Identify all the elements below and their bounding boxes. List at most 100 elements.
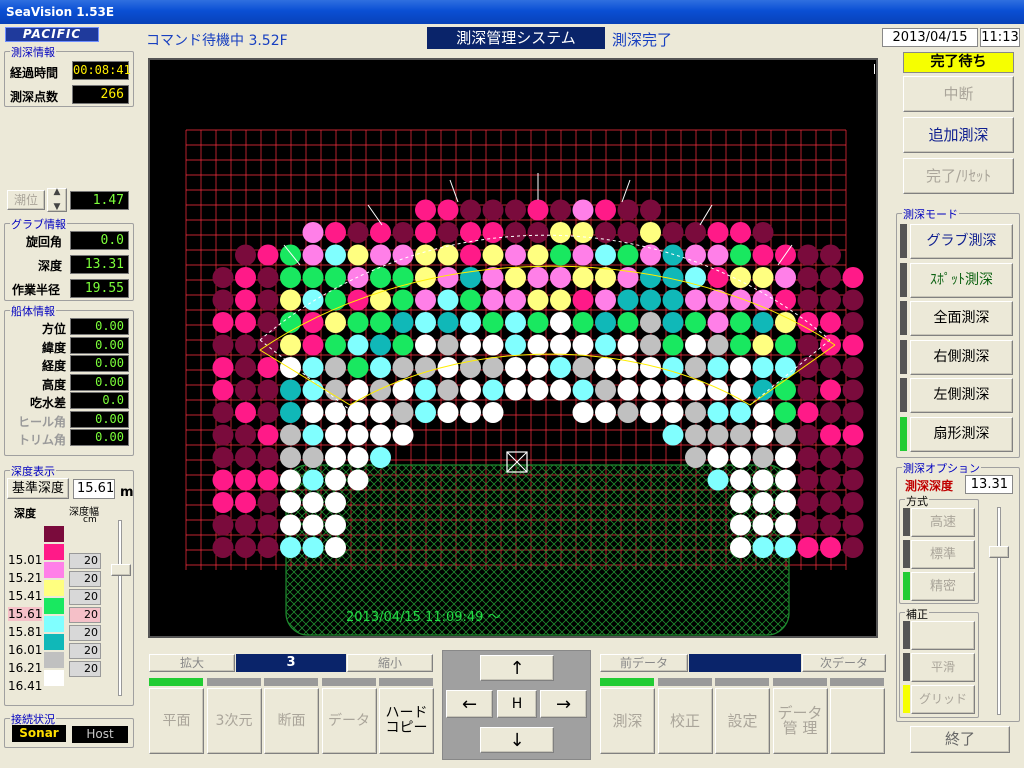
sounding-point [235, 514, 256, 536]
sounding-point [257, 402, 279, 423]
sounding-point [302, 469, 324, 491]
pan-right-button[interactable]: → [540, 690, 587, 718]
sounding-point [752, 312, 774, 333]
view-button[interactable]: 平面 [149, 688, 204, 754]
depth-width-value[interactable]: 20 [69, 643, 101, 659]
survey-mode-button[interactable]: 左側測深 [910, 378, 1013, 413]
depth-legend-value: 15.41 [8, 589, 43, 603]
correction-button[interactable]: 平滑 [911, 653, 975, 682]
sounding-point [280, 447, 301, 468]
function-button[interactable]: 測深 [600, 688, 655, 754]
sounding-point [550, 289, 571, 311]
depth-width-value[interactable]: 20 [69, 553, 101, 569]
sounding-point [347, 244, 369, 266]
sounding-point [820, 447, 841, 468]
exit-button[interactable]: 終了 [910, 726, 1010, 753]
sounding-point [302, 402, 324, 423]
method-button[interactable]: 精密 [911, 572, 975, 601]
function-button[interactable] [830, 688, 885, 754]
sounding-point [325, 379, 346, 401]
add-survey-button[interactable]: 追加測深 [903, 117, 1014, 153]
sounding-point [640, 289, 661, 311]
sounding-point [415, 267, 436, 288]
sounding-point [257, 514, 279, 536]
view-button[interactable]: ハード コピー [379, 688, 434, 754]
zoom-in-button[interactable]: 拡大 [149, 654, 235, 672]
sounding-point [595, 267, 616, 288]
sounding-point [685, 289, 706, 311]
pan-up-button[interactable]: ↑ [480, 655, 554, 681]
depth-width-value[interactable]: 20 [69, 571, 101, 587]
sounding-point [617, 402, 639, 423]
base-depth-button[interactable]: 基準深度 [7, 478, 69, 499]
sounding-point [257, 537, 279, 558]
sounding-point [842, 492, 864, 513]
zoom-out-button[interactable]: 縮小 [347, 654, 433, 672]
sounding-point [707, 357, 729, 378]
prev-data-button[interactable]: 前データ [600, 654, 688, 672]
depth-width-value[interactable]: 20 [69, 607, 101, 623]
function-button[interactable]: データ 管 理 [772, 688, 828, 754]
home-button[interactable]: H [497, 690, 537, 718]
sounding-point [212, 312, 234, 333]
base-depth-input[interactable]: 15.61 [73, 479, 115, 499]
pause-button[interactable]: 中断 [903, 76, 1014, 112]
view-button[interactable]: 3次元 [206, 688, 262, 754]
next-data-button[interactable]: 次データ [802, 654, 886, 672]
function-button[interactable]: 校正 [657, 688, 713, 754]
sounding-point [212, 469, 234, 491]
survey-mode-button[interactable]: 扇形測深 [910, 416, 1013, 452]
sounding-point [212, 334, 234, 356]
sounding-point [212, 357, 234, 378]
sounding-point [437, 267, 459, 288]
survey-plot[interactable]: 2013/04/15 11:09:49 ～ [148, 58, 878, 638]
sounding-point [797, 289, 819, 311]
pan-left-button[interactable]: ← [446, 690, 493, 718]
sounding-point [842, 379, 864, 401]
sounding-point [257, 244, 279, 266]
sounding-point [752, 402, 774, 423]
function-indicator [600, 678, 654, 686]
sounding-point [775, 447, 796, 468]
command-status: コマンド待機中 3.52F [146, 33, 288, 49]
sounding-point [550, 312, 571, 333]
pan-down-button[interactable]: ↓ [480, 727, 554, 753]
tide-button[interactable]: 潮位 [7, 190, 45, 210]
sounding-point [797, 357, 819, 378]
home-icon: H [511, 695, 523, 712]
sounding-point [302, 424, 324, 446]
complete-reset-button[interactable]: 完了/ﾘｾｯﾄ [903, 158, 1014, 194]
survey-mode-button[interactable]: 右側測深 [910, 339, 1013, 375]
depth-slider-thumb[interactable] [111, 564, 131, 576]
sounding-point [415, 289, 436, 311]
method-button[interactable]: 標準 [911, 540, 975, 569]
sounding-point [797, 379, 819, 401]
ship-info-label: 方位 [41, 322, 66, 336]
view-button[interactable]: データ [321, 688, 377, 754]
correction-button[interactable]: グリッド [911, 685, 975, 714]
sounding-point [730, 289, 751, 311]
sounding-point [460, 199, 481, 221]
sounding-point [257, 312, 279, 333]
sounding-point [505, 379, 526, 401]
depth-width-value[interactable]: 20 [69, 589, 101, 605]
window-title: SeaVision 1.53E [6, 5, 115, 19]
sounding-point [370, 402, 391, 423]
depth-width-value[interactable]: 20 [69, 625, 101, 641]
method-button[interactable]: 高速 [911, 508, 975, 537]
zoom-out-label: 縮小 [377, 655, 402, 670]
correction-button[interactable] [911, 621, 975, 650]
survey-mode-button[interactable]: グラブ測深 [910, 224, 1013, 259]
sonar-status: Sonar [12, 725, 66, 742]
view-button[interactable]: 断面 [264, 688, 319, 754]
survey-mode-button[interactable]: 全面測深 [910, 301, 1013, 336]
survey-mode-button[interactable]: ｽﾎﾟｯﾄ測深 [910, 262, 1013, 298]
sounding-point [595, 334, 616, 356]
option-slider-thumb[interactable] [989, 546, 1009, 558]
view-indicator [379, 678, 433, 686]
sounding-point [752, 424, 774, 446]
function-button[interactable]: 設定 [715, 688, 770, 754]
depth-width-value[interactable]: 20 [69, 661, 101, 677]
sounding-point [482, 334, 504, 356]
tide-stepper[interactable]: ▲ ▼ [47, 187, 67, 212]
